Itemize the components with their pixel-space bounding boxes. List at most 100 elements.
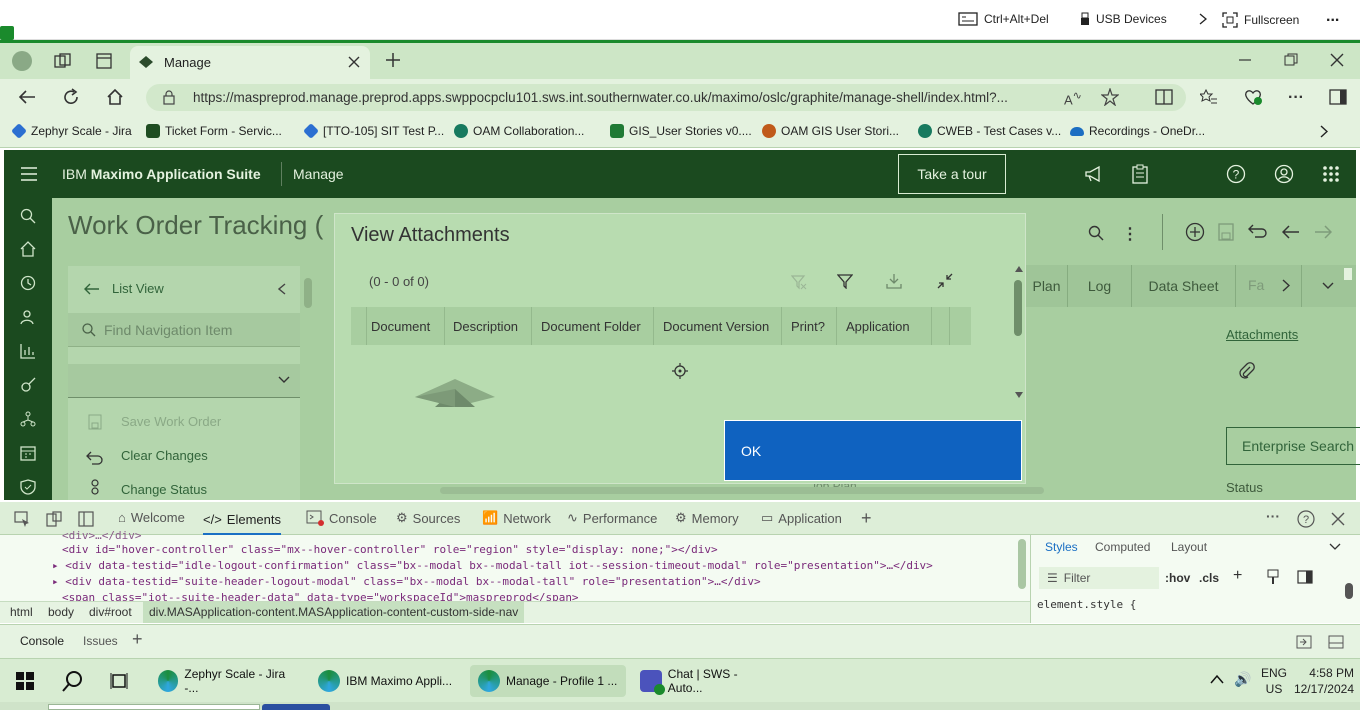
dom-scrollbar[interactable] xyxy=(1018,539,1026,589)
sidebar-toggle-icon[interactable] xyxy=(1329,89,1347,105)
devtools-tab-welcome[interactable]: ⌂ Welcome xyxy=(118,510,185,525)
add-panel-icon[interactable]: + xyxy=(861,508,872,529)
crumb-html[interactable]: html xyxy=(10,605,33,619)
favorites-icon[interactable] xyxy=(1200,89,1218,105)
change-status-action[interactable]: Change Status xyxy=(121,482,207,497)
nav-select[interactable] xyxy=(68,364,300,398)
find-navigation-input[interactable]: Find Navigation Item xyxy=(68,313,300,347)
settings-more-icon[interactable]: ··· xyxy=(1288,89,1304,107)
windows-start-icon[interactable] xyxy=(16,672,34,690)
browser-essentials-icon[interactable] xyxy=(1243,88,1263,106)
close-tab-icon[interactable] xyxy=(348,56,360,68)
collapse-panel-icon[interactable] xyxy=(278,283,286,295)
computed-sidebar-icon[interactable] xyxy=(1297,570,1313,584)
language-indicator[interactable]: ENG US xyxy=(1261,665,1287,697)
drawer-add-icon[interactable]: + xyxy=(132,629,143,650)
dom-line-expandable[interactable]: ▸ <div data-testid="idle-logout-confirma… xyxy=(52,559,933,572)
profile-avatar[interactable] xyxy=(12,51,32,71)
styles-dropdown-icon[interactable] xyxy=(1329,543,1341,551)
attachments-link[interactable]: Attachments xyxy=(1226,327,1298,342)
taskbar-item-teams-chat[interactable]: Chat | SWS - Auto... xyxy=(632,665,782,697)
layout-tab[interactable]: Layout xyxy=(1171,540,1207,554)
close-window-button[interactable] xyxy=(1330,53,1344,67)
search-taskbar-icon[interactable] xyxy=(62,670,84,692)
column-print[interactable]: Print? xyxy=(791,319,825,334)
paperclip-icon[interactable] xyxy=(1239,362,1255,380)
kebab-menu-icon[interactable]: ⋮ xyxy=(1122,224,1138,244)
computed-tab[interactable]: Computed xyxy=(1095,540,1150,554)
people-nav-icon[interactable] xyxy=(20,309,36,325)
favorite-star-icon[interactable] xyxy=(1101,88,1119,106)
app-switcher-icon[interactable] xyxy=(1322,165,1340,183)
element-style-rule[interactable]: element.style { xyxy=(1037,598,1136,611)
dom-line[interactable]: <div id="hover-controller" class="mx--ho… xyxy=(62,543,718,556)
devtools-tab-performance[interactable]: ∿ Performance xyxy=(567,510,657,526)
search-nav-icon[interactable] xyxy=(20,208,36,224)
column-application[interactable]: Application xyxy=(846,319,910,334)
bookmark-0[interactable]: Zephyr Scale - Jira xyxy=(11,123,132,139)
taskbar-item-manage[interactable]: Manage - Profile 1 ... xyxy=(470,665,626,697)
drawer-issues-tab[interactable]: Issues xyxy=(83,634,118,648)
list-view-link[interactable]: List View xyxy=(112,281,164,296)
clear-filter-icon[interactable] xyxy=(791,274,807,290)
column-document-version[interactable]: Document Version xyxy=(663,319,769,334)
fullscreen-button[interactable]: Fullscreen xyxy=(1222,12,1299,28)
clock[interactable]: 4:58 PM 12/17/2024 xyxy=(1292,665,1354,697)
new-tab-button[interactable] xyxy=(384,51,402,69)
help-icon[interactable]: ? xyxy=(1226,164,1246,184)
content-scrollbar[interactable] xyxy=(1344,268,1352,280)
dialog-scrollbar-thumb[interactable] xyxy=(1014,280,1022,336)
bookmark-3[interactable]: OAM Collaboration... xyxy=(454,124,584,138)
bookmark-2[interactable]: [TTO-105] SIT Test P... xyxy=(303,123,444,139)
save-work-order-action[interactable]: Save Work Order xyxy=(121,414,221,429)
bookmark-6[interactable]: CWEB - Test Cases v... xyxy=(918,124,1061,138)
tab-plan[interactable]: Plan xyxy=(1026,265,1068,307)
class-toggle[interactable]: .cls xyxy=(1199,571,1219,585)
bookmark-1[interactable]: Ticket Form - Servic... xyxy=(146,124,282,138)
dom-line[interactable]: <div>…</div> xyxy=(62,529,141,542)
new-style-rule-icon[interactable]: + xyxy=(1233,567,1242,585)
download-icon[interactable] xyxy=(886,273,902,289)
enterprise-search-button[interactable]: Enterprise Search xyxy=(1226,427,1360,465)
bookmark-5[interactable]: OAM GIS User Stori... xyxy=(762,124,899,138)
toggle-panel-icon[interactable] xyxy=(78,511,94,527)
drawer-dock-icon[interactable] xyxy=(1296,635,1312,649)
reports-nav-icon[interactable] xyxy=(20,343,36,359)
workspaces-icon[interactable] xyxy=(54,53,72,69)
refresh-button[interactable] xyxy=(62,88,80,106)
column-document[interactable]: Document xyxy=(371,319,430,334)
shield-nav-icon[interactable] xyxy=(20,479,36,495)
tab-fa[interactable]: Fa xyxy=(1248,277,1264,293)
device-emulation-icon[interactable] xyxy=(46,511,62,527)
devtools-tab-sources[interactable]: ⚙ Sources xyxy=(396,510,460,526)
crumb-root[interactable]: div#root xyxy=(89,605,132,619)
back-button[interactable] xyxy=(18,89,36,105)
menu-icon[interactable] xyxy=(20,167,38,181)
drawer-close-icon[interactable] xyxy=(1328,635,1344,649)
horizontal-scrollbar[interactable] xyxy=(440,487,1044,494)
tabs-overflow-chevron-icon[interactable] xyxy=(1322,282,1334,290)
minimize-icon[interactable] xyxy=(937,273,953,289)
show-hidden-icons[interactable] xyxy=(1210,674,1224,684)
crumb-body[interactable]: body xyxy=(48,605,74,619)
user-profile-icon[interactable] xyxy=(1274,164,1294,184)
devtools-tab-network[interactable]: 📶 Network xyxy=(482,510,551,526)
volume-icon[interactable]: 🔊 xyxy=(1234,671,1251,688)
tools-nav-icon[interactable] xyxy=(20,377,36,393)
network-nav-icon[interactable] xyxy=(20,411,36,427)
search-record-icon[interactable] xyxy=(1088,225,1104,241)
devtools-tab-elements[interactable]: </> Elements xyxy=(203,510,281,535)
previous-record-icon[interactable] xyxy=(1282,225,1300,239)
nav-scrollbar[interactable] xyxy=(304,278,312,308)
tab-log[interactable]: Log xyxy=(1068,265,1132,307)
usb-devices-button[interactable]: USB Devices xyxy=(1080,12,1207,26)
devtools-help-icon[interactable]: ? xyxy=(1297,510,1315,528)
read-aloud-icon[interactable]: A∿ xyxy=(1064,89,1082,107)
split-screen-icon[interactable] xyxy=(1155,89,1173,105)
hover-state-toggle[interactable]: :hov xyxy=(1165,571,1190,585)
drawer-console-tab[interactable]: Console xyxy=(20,634,64,648)
clear-changes-action[interactable]: Clear Changes xyxy=(121,448,208,463)
paint-icon[interactable] xyxy=(1267,569,1279,585)
bookmark-4[interactable]: GIS_User Stories v0.... xyxy=(610,124,752,138)
tab-data-sheet[interactable]: Data Sheet xyxy=(1132,265,1236,307)
